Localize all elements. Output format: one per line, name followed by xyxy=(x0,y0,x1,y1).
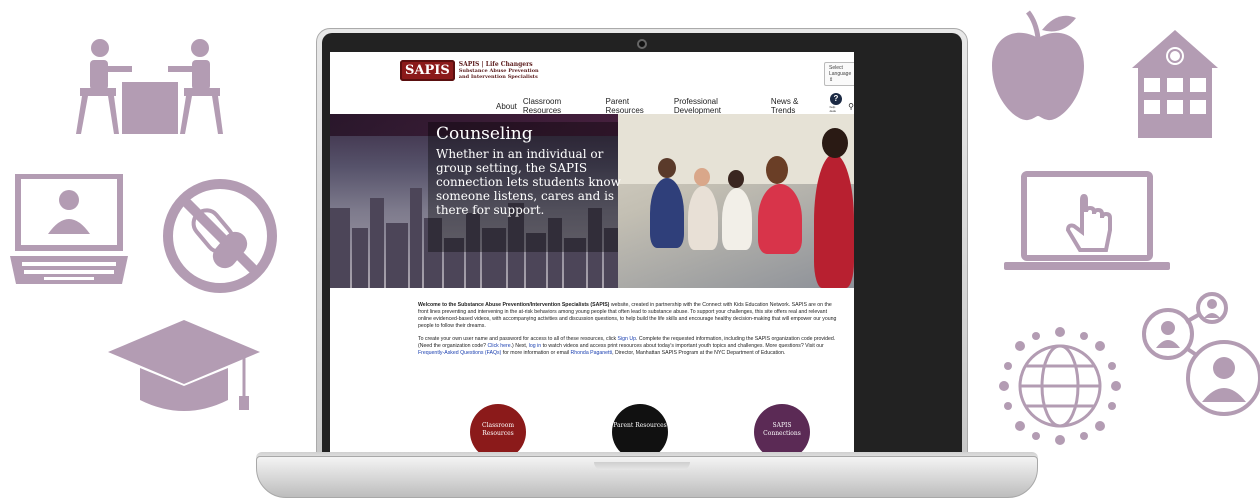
school-icon xyxy=(1130,28,1220,140)
nav-about[interactable]: About xyxy=(496,102,517,111)
student-head xyxy=(822,128,848,158)
website-screen: SAPIS SAPIS | Life Changers Substance Ab… xyxy=(330,52,854,460)
text: .) Next, xyxy=(510,343,529,349)
hero-text: Whether in an individual or group settin… xyxy=(436,147,621,217)
student-figure xyxy=(650,178,684,248)
intro-bold: Welcome to the Substance Abuse Preventio… xyxy=(418,302,610,308)
hero-photo xyxy=(618,114,854,288)
text: To create your own user name and passwor… xyxy=(418,336,618,342)
main-nav: About Classroom Resources Parent Resourc… xyxy=(496,93,854,115)
student-head xyxy=(766,156,788,184)
text: , Director, Manhattan SAPIS Program at t… xyxy=(612,350,786,356)
email-link[interactable]: Rhonda Paganetti xyxy=(571,350,613,356)
help-desk-link[interactable]: ? help desk xyxy=(830,93,843,113)
graduation-cap-icon xyxy=(106,318,262,418)
laptop-user-icon xyxy=(8,174,130,286)
language-select[interactable]: Select Language ⇕ xyxy=(824,62,854,86)
help-label: help desk xyxy=(829,105,836,113)
text: for more information or email xyxy=(501,350,571,356)
globe-network-icon xyxy=(998,326,1122,446)
laptop-notch xyxy=(594,462,690,470)
apple-icon xyxy=(988,8,1088,124)
signup-link[interactable]: Sign Up xyxy=(618,336,636,342)
language-select-label: Select Language xyxy=(829,65,852,77)
student-figure xyxy=(814,154,854,288)
nav-professional-development[interactable]: Professional Development xyxy=(674,97,765,115)
user-network-icon xyxy=(1140,290,1260,420)
nav-news-trends[interactable]: News & Trends xyxy=(771,97,824,115)
signup-paragraph: To create your own user name and passwor… xyxy=(418,336,838,357)
intro-content: Welcome to the Substance Abuse Preventio… xyxy=(418,302,838,363)
laptop-pointer-icon xyxy=(1002,170,1172,274)
logo-mark: SAPIS xyxy=(400,60,455,81)
student-figure xyxy=(722,188,752,250)
no-drugs-icon xyxy=(162,178,278,294)
meeting-icon xyxy=(74,38,226,138)
click-here-link[interactable]: Click here xyxy=(488,343,511,349)
nav-parent-resources[interactable]: Parent Resources xyxy=(606,97,668,115)
hero-banner: Counseling Whether in an individual or g… xyxy=(330,114,854,288)
faq-link[interactable]: Frequently-Asked Questions (FAQs) xyxy=(418,350,501,356)
student-figure xyxy=(688,186,718,250)
text: to watch videos and access print resourc… xyxy=(541,343,824,349)
nav-classroom-resources[interactable]: Classroom Resources xyxy=(523,97,600,115)
site-logo[interactable]: SAPIS SAPIS | Life Changers Substance Ab… xyxy=(400,60,539,81)
help-icon: ? xyxy=(829,93,842,105)
student-head xyxy=(694,168,710,186)
logo-tagline: SAPIS | Life Changers xyxy=(458,60,533,68)
login-link[interactable]: log in xyxy=(529,343,541,349)
student-head xyxy=(728,170,744,188)
logo-text: SAPIS | Life Changers Substance Abuse Pr… xyxy=(458,60,539,80)
search-icon[interactable]: ⚲ xyxy=(848,102,854,111)
camera-icon xyxy=(637,39,647,49)
student-figure xyxy=(758,184,802,254)
intro-paragraph: Welcome to the Substance Abuse Preventio… xyxy=(418,302,838,330)
student-head xyxy=(658,158,676,178)
hero-title: Counseling xyxy=(436,124,533,144)
logo-line2: Substance Abuse Prevention xyxy=(458,67,539,74)
logo-line3: and Intervention Specialists xyxy=(458,73,538,80)
